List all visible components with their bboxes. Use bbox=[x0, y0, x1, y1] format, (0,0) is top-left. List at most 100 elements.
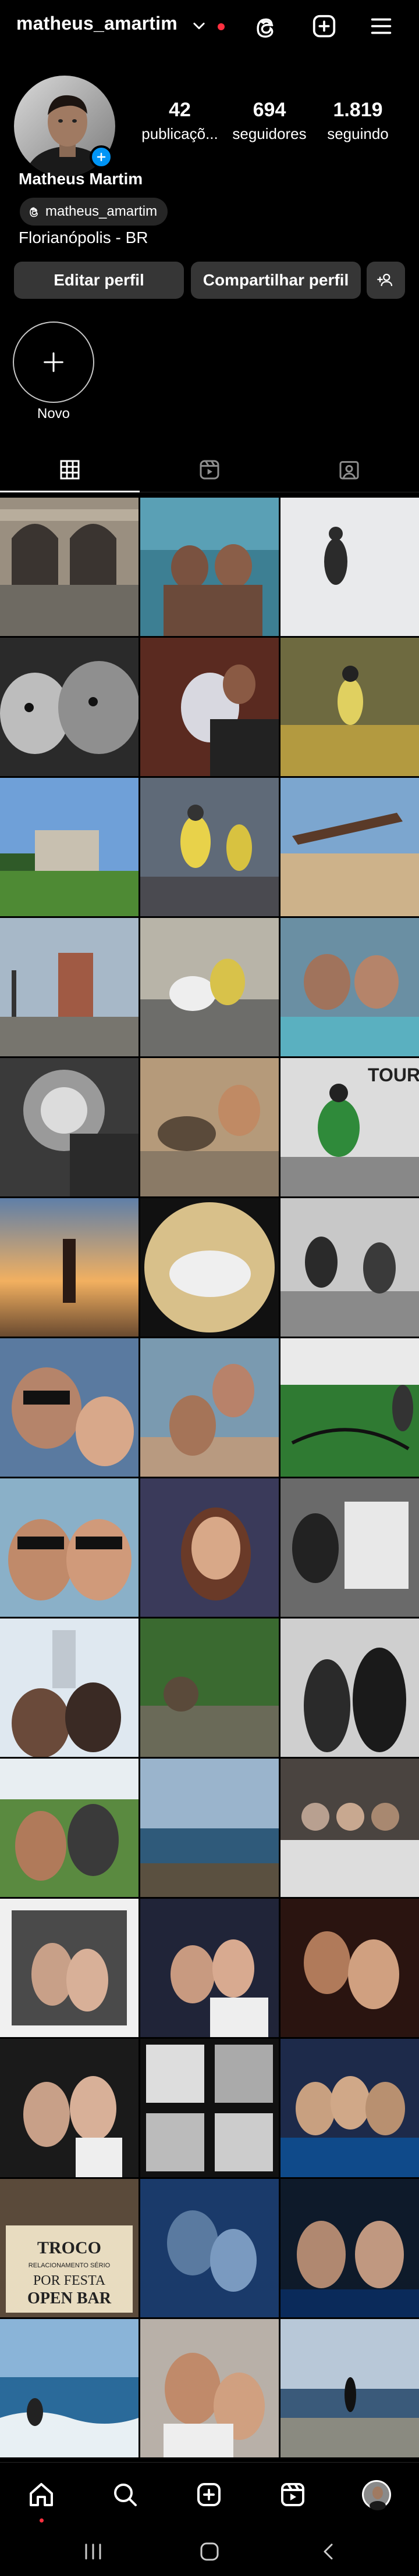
post-thumbnail[interactable] bbox=[0, 1759, 139, 1897]
tab-reels[interactable] bbox=[140, 448, 279, 492]
stat-followers-value: 694 bbox=[253, 99, 286, 121]
post-thumbnail[interactable] bbox=[280, 1759, 419, 1897]
post-thumbnail[interactable]: TOUR bbox=[280, 1058, 419, 1196]
profile-name: Matheus Martim bbox=[19, 170, 143, 188]
notification-dot bbox=[218, 23, 225, 30]
post-thumbnail[interactable] bbox=[140, 638, 279, 776]
post-thumbnail[interactable] bbox=[140, 1338, 279, 1477]
post-thumbnail[interactable] bbox=[280, 2319, 419, 2457]
post-thumbnail[interactable] bbox=[280, 1899, 419, 2037]
tab-tagged[interactable] bbox=[279, 448, 419, 492]
stat-posts[interactable]: 42 publicaçõ... bbox=[136, 99, 223, 143]
back-icon[interactable] bbox=[319, 2541, 340, 2562]
new-highlight-label: Novo bbox=[37, 406, 70, 421]
new-highlight-button[interactable] bbox=[13, 321, 94, 403]
plus-icon bbox=[97, 152, 106, 162]
post-thumbnail[interactable] bbox=[0, 1058, 139, 1196]
threads-handle: matheus_amartim bbox=[45, 203, 158, 219]
stat-posts-label: publicaçõ... bbox=[141, 125, 218, 142]
menu-icon[interactable] bbox=[368, 13, 395, 40]
post-thumbnail[interactable] bbox=[140, 498, 279, 636]
post-thumbnail[interactable] bbox=[140, 2039, 279, 2177]
reels-icon bbox=[200, 460, 219, 480]
post-thumbnail[interactable] bbox=[0, 1338, 139, 1477]
post-thumbnail[interactable] bbox=[280, 638, 419, 776]
post-thumbnail[interactable] bbox=[0, 498, 139, 636]
sign-line1: TROCO bbox=[37, 2238, 101, 2257]
edit-profile-button[interactable]: Editar perfil bbox=[14, 262, 184, 299]
post-thumbnail[interactable] bbox=[280, 2179, 419, 2317]
post-thumbnail[interactable] bbox=[140, 1058, 279, 1196]
post-thumbnail[interactable] bbox=[0, 638, 139, 776]
stat-following-value: 1.819 bbox=[333, 99, 383, 121]
home-notification-dot bbox=[40, 2518, 44, 2523]
post-thumbnail[interactable] bbox=[140, 2319, 279, 2457]
stat-posts-value: 42 bbox=[169, 99, 191, 121]
nav-home[interactable] bbox=[23, 2477, 59, 2513]
nav-search[interactable] bbox=[107, 2477, 143, 2513]
profile-location: Florianópolis - BR bbox=[19, 228, 148, 246]
post-thumbnail[interactable] bbox=[140, 2179, 279, 2317]
discover-people-button[interactable] bbox=[367, 262, 405, 299]
sign-line4: OPEN BAR bbox=[27, 2289, 112, 2307]
stat-followers-label: seguidores bbox=[232, 125, 307, 142]
stat-followers[interactable]: 694 seguidores bbox=[226, 99, 313, 143]
post-thumbnail[interactable] bbox=[0, 918, 139, 1056]
post-thumbnail[interactable] bbox=[0, 2319, 139, 2457]
post-thumbnail[interactable] bbox=[140, 918, 279, 1056]
share-profile-button[interactable]: Compartilhar perfil bbox=[191, 262, 361, 299]
profile-avatar-icon bbox=[362, 2480, 391, 2510]
nav-profile[interactable] bbox=[358, 2477, 395, 2513]
post-thumbnail[interactable] bbox=[140, 1759, 279, 1897]
username-switcher[interactable]: matheus_amartim bbox=[16, 13, 177, 34]
post-thumbnail[interactable] bbox=[0, 1899, 139, 2037]
post-thumbnail[interactable] bbox=[280, 1198, 419, 1337]
post-thumbnail[interactable] bbox=[140, 1619, 279, 1757]
system-nav-bar bbox=[0, 2527, 419, 2576]
home-button-icon[interactable] bbox=[198, 2540, 221, 2563]
tab-posts[interactable] bbox=[0, 448, 140, 492]
threads-icon[interactable] bbox=[254, 13, 280, 40]
top-bar: matheus_amartim bbox=[0, 0, 419, 56]
bottom-nav bbox=[0, 2462, 419, 2528]
tour-text: TOUR bbox=[368, 1064, 419, 1085]
reels-icon bbox=[281, 2483, 304, 2506]
create-icon[interactable] bbox=[311, 13, 338, 40]
recent-apps-icon[interactable] bbox=[81, 2541, 105, 2562]
plus-icon bbox=[44, 352, 63, 372]
post-thumbnail[interactable] bbox=[280, 778, 419, 916]
add-person-icon bbox=[377, 273, 393, 287]
active-tab-indicator bbox=[0, 491, 140, 492]
add-story-badge[interactable] bbox=[90, 145, 113, 169]
post-thumbnail[interactable] bbox=[280, 2039, 419, 2177]
nav-reels[interactable] bbox=[275, 2477, 311, 2513]
threads-badge[interactable]: matheus_amartim bbox=[20, 198, 168, 226]
stat-following[interactable]: 1.819 seguindo bbox=[314, 99, 402, 143]
grid-icon bbox=[60, 460, 80, 480]
home-icon bbox=[30, 2483, 53, 2506]
post-thumbnail[interactable] bbox=[140, 1198, 279, 1337]
post-thumbnail[interactable] bbox=[280, 1478, 419, 1617]
chevron-down-icon[interactable] bbox=[191, 17, 207, 34]
post-thumbnail[interactable] bbox=[280, 1338, 419, 1477]
post-thumbnail[interactable] bbox=[140, 778, 279, 916]
post-thumbnail[interactable] bbox=[0, 2039, 139, 2177]
post-thumbnail[interactable] bbox=[140, 1899, 279, 2037]
threads-icon bbox=[30, 207, 38, 217]
nav-create[interactable] bbox=[191, 2477, 227, 2513]
post-thumbnail[interactable] bbox=[280, 498, 419, 636]
sign-line2: RELACIONAMENTO SÉRIO bbox=[29, 2261, 111, 2269]
post-thumbnail[interactable] bbox=[0, 778, 139, 916]
post-thumbnail[interactable] bbox=[0, 1619, 139, 1757]
post-thumbnail[interactable] bbox=[280, 918, 419, 1056]
post-thumbnail[interactable] bbox=[280, 1619, 419, 1757]
tagged-icon bbox=[339, 461, 359, 480]
post-thumbnail[interactable] bbox=[0, 1478, 139, 1617]
post-thumbnail[interactable] bbox=[0, 1198, 139, 1337]
sign-line3: POR FESTA bbox=[33, 2273, 106, 2288]
create-icon bbox=[197, 2483, 221, 2506]
stat-following-label: seguindo bbox=[327, 125, 389, 142]
post-thumbnail[interactable]: TROCO RELACIONAMENTO SÉRIO POR FESTA OPE… bbox=[0, 2179, 139, 2317]
post-thumbnail[interactable] bbox=[140, 1478, 279, 1617]
search-icon bbox=[114, 2484, 137, 2506]
